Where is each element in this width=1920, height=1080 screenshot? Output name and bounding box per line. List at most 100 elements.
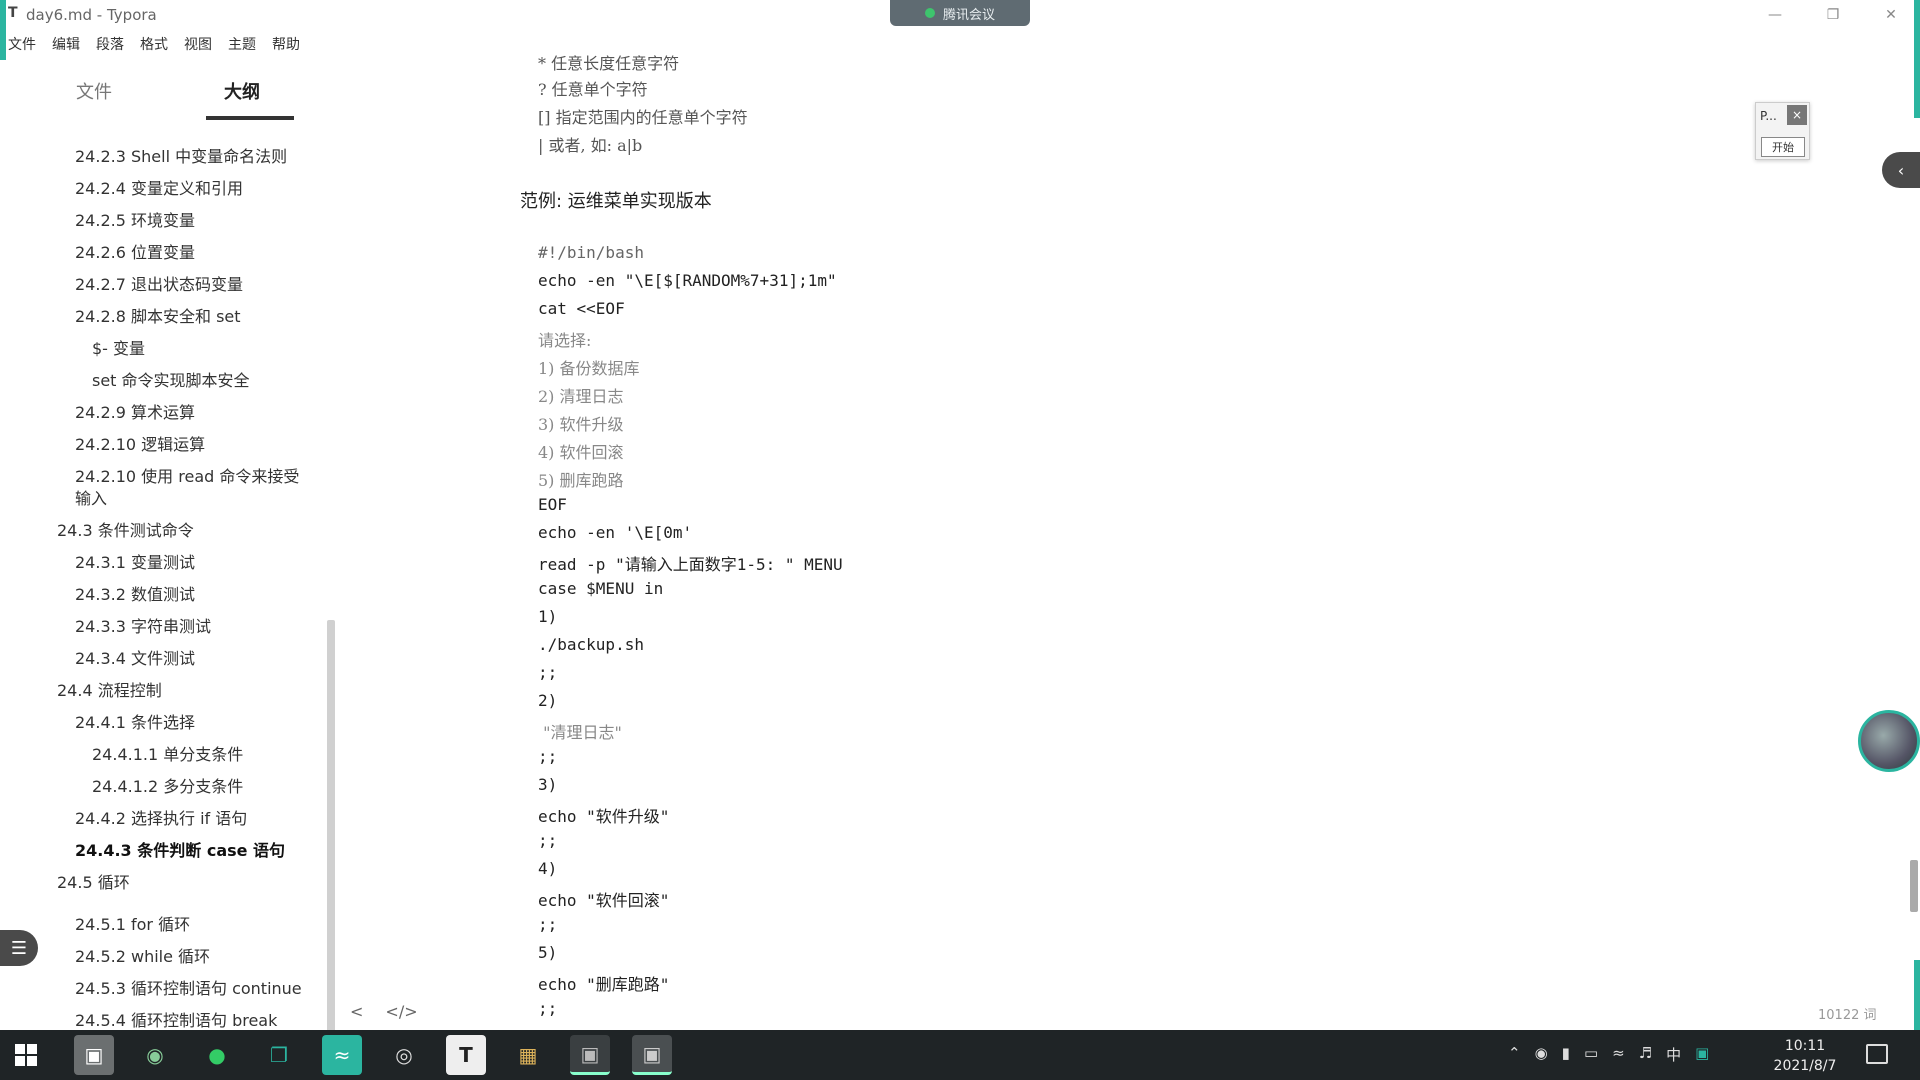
outline-item[interactable]: 24.4.1 条件选择 [75, 712, 195, 734]
outline-item[interactable]: $- 变量 [92, 338, 145, 360]
meeting-indicator[interactable]: 腾讯会议 [890, 0, 1030, 26]
windows-logo-icon [15, 1044, 37, 1066]
menu-view[interactable]: 视图 [176, 30, 220, 56]
outline-item[interactable]: 24.4.3 条件判断 case 语句 [75, 840, 285, 862]
taskbar-app-image-viewer[interactable]: ▣ [74, 1035, 114, 1075]
outline-item[interactable]: 24.2.10 使用 read 命令来接受 [75, 466, 299, 488]
taskbar-app-music[interactable]: ◎ [384, 1035, 424, 1075]
sidebar-scrollbar[interactable] [327, 620, 335, 1080]
outline-item[interactable]: 24.2.4 变量定义和引用 [75, 178, 243, 200]
code-line: #!/bin/bash [538, 243, 644, 262]
taskbar-app-browser[interactable]: ◉ [135, 1035, 175, 1075]
code-line: ;; [538, 663, 558, 682]
netease-music-icon: ◎ [395, 1043, 413, 1067]
code-line: ./backup.sh [538, 635, 644, 654]
outline-item[interactable]: 输入 [75, 488, 107, 510]
side-panel-toggle[interactable]: ‹ [1882, 152, 1920, 188]
outline-item[interactable]: 24.3.2 数值测试 [75, 584, 195, 606]
window-controls: — ❐ ✕ [1746, 0, 1920, 30]
title-bar: T day6.md - Typora 腾讯会议 — ❐ ✕ [0, 0, 1920, 30]
battery-icon[interactable]: ▭ [1584, 1044, 1598, 1065]
outline-item[interactable]: 24.3.3 字符串测试 [75, 616, 211, 638]
outline-item[interactable]: 24.4.1.2 多分支条件 [92, 776, 243, 798]
outline-item[interactable]: 24.4 流程控制 [57, 680, 162, 702]
minimize-button[interactable]: — [1746, 0, 1804, 30]
ime-indicator[interactable]: 中 [1666, 1044, 1681, 1065]
outline-item[interactable]: 24.5.4 循环控制语句 break [75, 1010, 277, 1032]
clock[interactable]: 10:11 2021/8/7 [1770, 1036, 1840, 1076]
outline-item[interactable]: 24.3 条件测试命令 [57, 520, 194, 542]
word-count[interactable]: 10122 词 [1818, 1004, 1877, 1023]
chevron-up-icon[interactable]: ⌃ [1508, 1044, 1521, 1065]
microphone-icon[interactable]: ▮ [1562, 1044, 1570, 1065]
outline-item[interactable]: 24.2.5 环境变量 [75, 210, 195, 232]
outline-item[interactable]: 24.2.8 脚本安全和 set [75, 306, 241, 328]
tab-files[interactable]: 文件 [76, 78, 112, 104]
image-icon: ▣ [642, 1041, 662, 1066]
windows-start-button[interactable] [12, 1041, 40, 1069]
outline-item[interactable]: 24.2.10 逻辑运算 [75, 434, 205, 456]
text-line: * 任意长度任意字符 [538, 54, 680, 73]
close-button[interactable]: ✕ [1862, 0, 1920, 30]
restore-button[interactable]: ❐ [1804, 0, 1862, 30]
outline-item[interactable]: 24.2.9 算术运算 [75, 402, 195, 424]
clock-date: 2021/8/7 [1773, 1058, 1837, 1074]
recorder-close-button[interactable]: × [1787, 105, 1807, 125]
outline-item[interactable]: set 命令实现脚本安全 [92, 370, 250, 392]
outline-item[interactable]: 24.2.6 位置变量 [75, 242, 195, 264]
system-tray: ⌃ ◉ ▮ ▭ ≈ ♬ 中 ▣ [1508, 1044, 1709, 1065]
text-line: ? 任意单个字符 [538, 80, 648, 99]
code-line: 2) 清理日志 [538, 387, 624, 406]
editor-scrollbar[interactable] [1910, 860, 1918, 912]
tray-app-icon[interactable]: ◉ [1535, 1044, 1548, 1065]
taskbar-app-remote[interactable]: ❐ [259, 1035, 299, 1075]
accent-strip-right-lower [1914, 960, 1920, 1030]
menu-theme[interactable]: 主题 [220, 30, 264, 56]
notification-icon[interactable] [1866, 1044, 1888, 1064]
tray-q-icon[interactable]: ▣ [1695, 1044, 1709, 1065]
chevron-left-icon[interactable]: < [350, 1002, 363, 1021]
typora-app-icon: T [8, 5, 18, 21]
code-line: 5) [538, 943, 558, 962]
source-code-icon[interactable]: </> [385, 1002, 417, 1021]
floating-menu-button[interactable]: ☰ [0, 930, 38, 966]
outline-item[interactable]: 24.5.2 while 循环 [75, 946, 210, 968]
taskbar: ▣ ◉ ● ❐ ≈ ◎ T ▦ ▣ ▣ ⌃ ◉ ▮ ▭ ≈ ♬ 中 ▣ 10:1… [0, 1030, 1920, 1080]
taskbar-app-wechat[interactable]: ● [197, 1035, 237, 1075]
menu-paragraph[interactable]: 段落 [88, 30, 132, 56]
menu-edit[interactable]: 编辑 [44, 30, 88, 56]
code-line: 1) 备份数据库 [538, 359, 640, 378]
outline-item[interactable]: 24.4.1.1 单分支条件 [92, 744, 243, 766]
code-line: cat <<EOF [538, 299, 625, 318]
outline-item[interactable]: 24.5 循环 [57, 872, 130, 894]
taskbar-app-file-explorer[interactable]: ▦ [508, 1035, 548, 1075]
code-line: ;; [538, 747, 558, 766]
chevron-left-icon: ‹ [1897, 160, 1905, 180]
outline-item[interactable]: 24.3.4 文件测试 [75, 648, 195, 670]
taskbar-app-meeting[interactable]: ≈ [322, 1035, 362, 1075]
code-line: ;; [538, 831, 558, 850]
menu-help[interactable]: 帮助 [264, 30, 308, 56]
outline-item[interactable]: 24.2.7 退出状态码变量 [75, 274, 243, 296]
menu-file[interactable]: 文件 [0, 30, 44, 56]
tab-outline[interactable]: 大纲 [224, 78, 260, 104]
avatar[interactable] [1858, 710, 1920, 772]
menu-bar: 文件 编辑 段落 格式 视图 主题 帮助 [0, 30, 308, 56]
outline-item[interactable]: 24.2.3 Shell 中变量命名法则 [75, 146, 287, 168]
taskbar-app-typora[interactable]: T [446, 1035, 486, 1075]
code-line: ;; [538, 999, 558, 1018]
code-line: "清理日志" [538, 723, 622, 742]
menu-format[interactable]: 格式 [132, 30, 176, 56]
taskbar-app-image-2[interactable]: ▣ [570, 1035, 610, 1075]
code-line: 4) 软件回滚 [538, 443, 624, 462]
outline-item[interactable]: 24.4.2 选择执行 if 语句 [75, 808, 247, 830]
volume-icon[interactable]: ♬ [1639, 1044, 1652, 1065]
taskbar-app-image-3[interactable]: ▣ [632, 1035, 672, 1075]
code-line: 4) [538, 859, 558, 878]
wifi-icon[interactable]: ≈ [1612, 1044, 1625, 1065]
outline-item[interactable]: 24.5.3 循环控制语句 continue [75, 978, 302, 1000]
meeting-label: 腾讯会议 [942, 7, 995, 23]
outline-item[interactable]: 24.3.1 变量测试 [75, 552, 195, 574]
outline-item[interactable]: 24.5.1 for 循环 [75, 914, 190, 936]
recorder-start-button[interactable]: 开始 [1761, 137, 1805, 157]
